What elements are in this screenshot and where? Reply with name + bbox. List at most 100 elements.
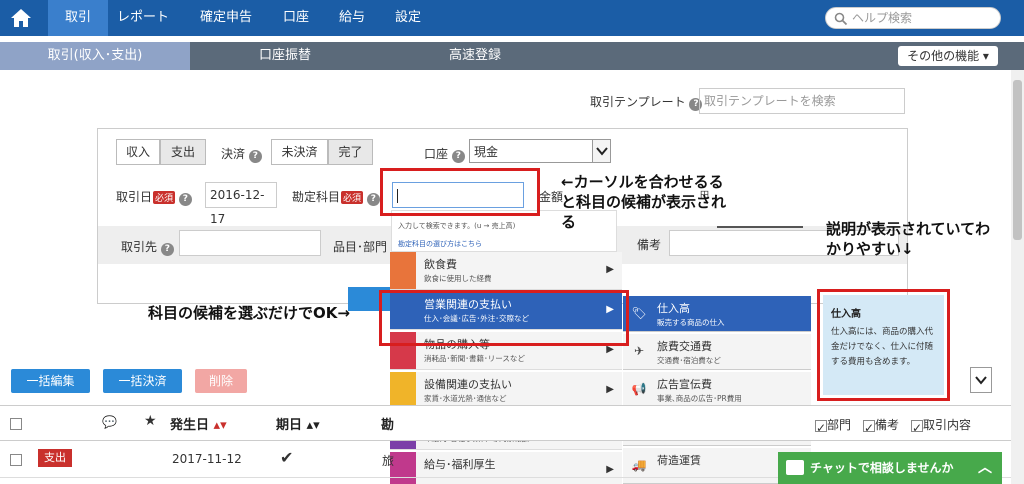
delete-button[interactable]: 削除 [195,369,247,393]
income-toggle[interactable]: 収入 [116,139,160,165]
chevron-up-icon: ︿ [978,460,992,476]
column-toggle-department[interactable]: ✓部門 [815,416,852,435]
nav-item-reports[interactable]: レポート [110,0,176,36]
description-panel: 仕入高 仕入高には、商品の購入代金だけでなく、仕入に付随する費用も含めます。 [823,295,944,395]
chevron-right-icon: ▶ [606,264,614,275]
tab-transfer[interactable]: 口座振替 [190,42,380,70]
category-subtitle: 飲食に使用した経費 [424,274,492,283]
category-subtitle: 家賃･水道光熱･通信など [424,394,507,403]
due-column-label: 期日 [276,418,303,433]
account-label: 口座 ? [424,145,465,163]
annotation-choose: 科目の候補を選ぶだけでOK→ [148,304,350,322]
sort-icon: ▴▾ [213,418,227,433]
amount-label: 金額 [539,190,564,204]
search-icon [834,12,848,26]
memo-toggle-label: 備考 [875,418,900,432]
subject-item[interactable]: 📢 広告宣伝費 事業､商品の広告･PR費用 [623,372,811,408]
help-search-input[interactable]: ヘルプ検索 [825,7,1001,29]
hint-text: 入力して検索できます。(u → 売上高) [398,222,516,230]
sort-icon: ▴▾ [306,418,320,433]
partner-input[interactable] [179,230,321,256]
category-item[interactable]: 飲食費飲食に使用した経費 ▶ [390,252,622,290]
annotation-arrow-line [717,226,803,228]
column-toggle-memo[interactable]: ✓備考 [863,416,900,435]
account-select-value: 現金 [474,145,499,159]
plane-icon: ✈ [633,344,645,358]
help-icon[interactable]: ? [178,193,192,206]
sub-nav: 取引(収入･支出) 口座振替 高速登録 その他の機能 ▾ [0,42,1024,70]
building-icon [390,372,416,409]
subject-title: 仕入高 [657,302,690,315]
column-toggle-content[interactable]: ✓取引内容 [911,416,972,435]
unsettled-toggle[interactable]: 未決済 [271,139,328,165]
tag-icon: 🏷 [631,306,647,320]
settled-toggle[interactable]: 完了 [328,139,373,165]
template-label: 取引テンプレート ? [590,93,703,111]
chevron-down-icon [975,376,987,385]
help-icon[interactable]: ? [451,150,465,163]
column-header-partial: 勘 [381,418,395,433]
home-icon[interactable] [8,5,34,31]
select-all-checkbox[interactable] [10,418,22,430]
subject-subtitle: 交通費･宿泊費など [657,356,721,365]
subject-label: 勘定科目 必須 ? [292,188,380,206]
table-header: 💬 ★ 発生日 ▴▾ 期日 ▴▾ 勘 ✓部門 ✓備考 ✓取引内容 [0,405,1024,441]
subject-item[interactable]: ✈ 旅費交通費交通費･宿泊費など [623,334,811,370]
chevron-down-icon: ▾ [982,49,989,63]
bulk-edit-button[interactable]: 一括編集 [11,369,90,393]
help-icon[interactable]: ? [366,193,380,206]
glass-icon [390,252,416,289]
template-search-input[interactable]: 取引テンプレートを検索 [699,88,905,114]
nav-item-tax-return[interactable]: 確定申告 [190,0,262,36]
description-title: 仕入高 [831,309,861,320]
row-checkbox[interactable] [10,454,22,466]
row-date: 2017-11-12 [172,452,242,466]
content-toggle-label: 取引内容 [923,418,972,432]
help-icon[interactable]: ? [160,243,174,256]
chevron-down-icon [592,140,610,162]
due-column-header[interactable]: 期日 ▴▾ [276,414,320,433]
nav-item-settings[interactable]: 設定 [388,0,428,36]
tab-quick-entry[interactable]: 高速登録 [380,42,570,70]
chat-label: チャットで相談しませんか [810,461,954,475]
subject-subtitle: 販売する商品の仕入 [657,318,725,327]
date-input[interactable]: 2016-12-17 [205,182,277,226]
category-title: 飲食費 [424,258,457,271]
star-icon[interactable]: ★ [144,413,157,429]
checkbox-checked: ✓ [815,419,827,435]
department-toggle-label: 部門 [827,418,852,432]
date-column-header[interactable]: 発生日 ▴▾ [170,414,227,433]
template-label-text: 取引テンプレート [590,95,686,109]
expense-toggle[interactable]: 支出 [160,139,206,165]
nav-item-payroll[interactable]: 給与 [332,0,372,36]
hint-link[interactable]: 勘定科目の選び方はこちら [398,239,482,249]
item-label: 品目･部門 [333,240,388,254]
row-partial: 旅 [382,454,395,468]
other-functions-button[interactable]: その他の機能 ▾ [898,46,998,66]
annotation-cursor: ←カーソルを合わせるると科目の候補が表示される [561,173,727,231]
category-title: 設備関連の支払い [424,378,512,391]
top-nav: 取引 レポート 確定申告 口座 給与 設定 ヘルプ検索 [0,0,1024,36]
nav-item-accounts[interactable]: 口座 [276,0,316,36]
required-badge: 必須 [153,191,176,204]
highlight-category [379,290,629,346]
subject-item[interactable]: 🏷 仕入高販売する商品の仕入 [623,296,811,332]
per-page-select[interactable] [970,367,992,393]
chat-button[interactable]: チャットで相談しませんか ︿ [778,452,1002,484]
account-select[interactable]: 現金 [469,139,611,163]
date-label-text: 取引日 [116,190,153,204]
bulk-settle-button[interactable]: 一括決済 [103,369,182,393]
comment-icon: 💬 [102,415,117,429]
subject-subtitle: 事業､商品の広告･PR費用 [657,394,742,403]
expense-badge: 支出 [38,449,72,467]
scrollbar-thumb[interactable] [1013,80,1022,240]
nav-item-transactions[interactable]: 取引 [48,0,108,36]
category-subtitle: 消耗品･新聞･書籍･リースなど [424,354,525,363]
tab-transactions[interactable]: 取引(収入･支出) [0,42,190,70]
help-search-placeholder: ヘルプ検索 [852,11,913,25]
help-icon[interactable]: ? [248,150,262,163]
checkbox-checked: ✓ [911,419,923,435]
memo-label: 備考 [637,238,662,252]
subject-title: 旅費交通費 [657,340,712,353]
account-label-text: 口座 [424,147,449,161]
